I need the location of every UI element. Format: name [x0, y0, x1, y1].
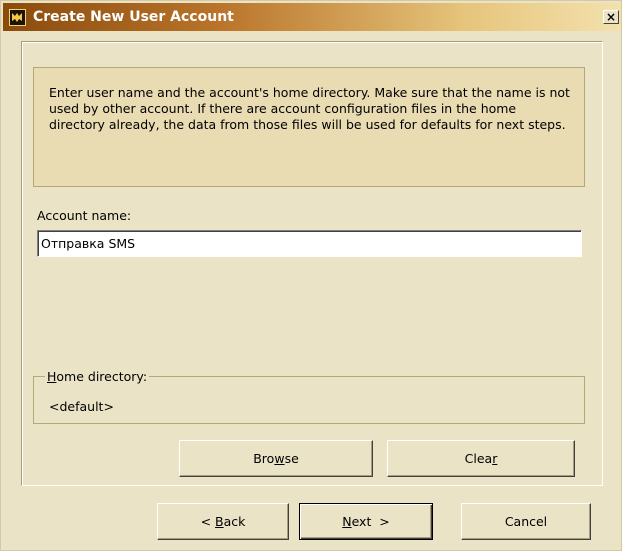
account-name-input[interactable] — [37, 230, 582, 257]
clear-label-pre: Clea — [464, 451, 493, 466]
app-icon — [9, 9, 26, 26]
back-label-post: ack — [223, 514, 246, 529]
create-user-dialog: Create New User Account × Enter user nam… — [0, 0, 622, 551]
next-label-accel: N — [342, 514, 352, 529]
account-name-label: Account name: — [37, 208, 132, 223]
back-label-pre: < — [200, 514, 216, 529]
title-bar[interactable]: Create New User Account × — [3, 3, 621, 31]
home-directory-value: <default> — [49, 399, 114, 414]
next-button[interactable]: Next > — [299, 503, 433, 540]
home-directory-label: Home directory: — [45, 369, 150, 384]
info-text: Enter user name and the account's home d… — [49, 85, 570, 132]
back-button[interactable]: < Back — [157, 503, 289, 540]
browse-label-pre: Bro — [253, 451, 275, 466]
home-directory-label-rest: ome directory: — [56, 369, 148, 384]
browse-button[interactable]: Bro w se — [179, 440, 373, 477]
clear-button[interactable]: Clea r — [387, 440, 575, 477]
close-button[interactable]: × — [603, 10, 619, 24]
window-title: Create New User Account — [33, 9, 234, 25]
home-directory-accel: H — [47, 369, 57, 384]
back-label-accel: B — [215, 514, 224, 529]
cancel-button[interactable]: Cancel — [461, 503, 591, 540]
browse-label-accel: w — [274, 451, 285, 466]
next-label-post: ext > — [351, 514, 390, 529]
clear-label-accel: r — [492, 451, 498, 466]
browse-label-post: se — [284, 451, 299, 466]
